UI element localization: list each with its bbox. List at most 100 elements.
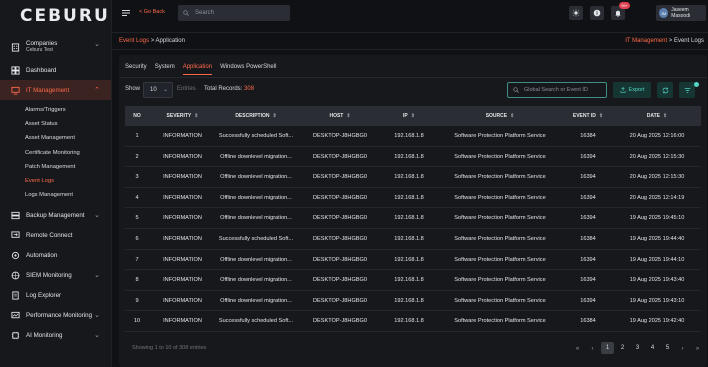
sidebar-item-backup-management[interactable]: Backup Management ⌄: [0, 205, 111, 225]
column-header-event-id[interactable]: EVENT ID ⇕: [565, 113, 611, 119]
column-header-ip[interactable]: IP ⇕: [387, 113, 431, 119]
sidebar-item-label: AI Monitoring: [26, 331, 63, 339]
sidebar-item-log-explorer[interactable]: Log Explorer: [0, 285, 111, 305]
column-header-date[interactable]: DATE ⇕: [621, 113, 693, 119]
cell-ip: 192.168.1.8: [394, 318, 424, 325]
sidebar-item-siem-monitoring[interactable]: SIEM Monitoring ⌄: [0, 265, 111, 285]
cell-host: DESKTOP-J8HGBG0: [313, 318, 367, 325]
cell-ip: 192.168.1.8: [394, 174, 424, 181]
table-row[interactable]: 9 INFORMATION Offline downlevel migration.…: [125, 291, 701, 312]
cell-source: Software Protection Platform Service: [454, 153, 546, 160]
cell-description: Offline downlevel migration...: [220, 277, 292, 284]
column-header-host[interactable]: HOST ⇕: [305, 113, 375, 119]
sidebar-subitem-event-logs[interactable]: Event Logs: [0, 174, 111, 188]
sidebar-subitem-asset-management[interactable]: Asset Management: [0, 131, 111, 145]
next-page-button[interactable]: ›: [676, 342, 689, 354]
sidebar-item-ai-monitoring[interactable]: AI Monitoring ⌄: [0, 325, 111, 345]
cell-ip: 192.168.1.8: [394, 235, 424, 242]
cell-description: Offline downlevel migration...: [220, 153, 292, 160]
divider: [119, 77, 707, 78]
cell-event-id: 16384: [580, 133, 596, 139]
sort-icon: ⇕: [272, 113, 277, 119]
table-row[interactable]: 10 INFORMATION Successfully scheduled Soft…: [125, 311, 701, 332]
sidebar-item-label: Log Explorer: [26, 291, 62, 299]
cell-no: 9: [135, 297, 139, 304]
refresh-button[interactable]: [657, 82, 673, 98]
global-search-input[interactable]: Global Search or Event ID: [507, 82, 607, 98]
sidebar-item-remote-connect[interactable]: Remote Connect: [0, 225, 111, 245]
sidebar-subitem-asset-status[interactable]: Asset Status: [0, 117, 111, 131]
sidebar-item-automation[interactable]: Automation: [0, 245, 111, 265]
table-row[interactable]: 3 INFORMATION Offline downlevel migration.…: [125, 167, 701, 188]
tab-system[interactable]: System: [155, 64, 175, 75]
tab-application[interactable]: Application: [182, 64, 213, 75]
breadcrumb-it-management[interactable]: IT Management: [625, 38, 667, 44]
sidebar-item-dashboard[interactable]: Dashboard: [0, 60, 111, 80]
company-name: Ceburu Test: [26, 47, 53, 53]
theme-toggle-button[interactable]: [569, 6, 583, 20]
column-header-no: NO: [133, 113, 141, 119]
cell-ip: 192.168.1.8: [394, 297, 424, 304]
cell-source: Software Protection Platform Service: [454, 133, 546, 139]
breadcrumb-current: Application: [155, 38, 185, 44]
export-button[interactable]: Export: [613, 82, 651, 98]
go-back-link[interactable]: < Go Back: [139, 9, 165, 15]
table-row[interactable]: 5 INFORMATION Offline downlevel migration.…: [125, 208, 701, 229]
filter-button[interactable]: [679, 82, 695, 98]
tab-windows-powershell[interactable]: Windows PowerShell: [220, 64, 276, 75]
cell-source: Software Protection Platform Service: [454, 256, 546, 263]
cell-no: 6: [135, 235, 139, 242]
logo[interactable]: CEBURU: [0, 0, 111, 32]
cell-description: Offline downlevel migration...: [220, 256, 292, 263]
sidebar-subitem-patch-management[interactable]: Patch Management: [0, 160, 111, 174]
notification-badge: 99+: [619, 2, 630, 9]
page-button-2[interactable]: 2: [616, 342, 629, 354]
sidebar-nav: Companies Ceburu Test ⌄ Dashboard IT Mana…: [0, 32, 111, 345]
table-row[interactable]: 1 INFORMATION Successfully scheduled Soft.…: [125, 126, 701, 147]
sidebar-subitem-logs-management[interactable]: Logs Management: [0, 188, 111, 202]
cell-severity: INFORMATION: [163, 256, 202, 263]
sidebar-item-companies[interactable]: Companies Ceburu Test ⌄: [0, 34, 111, 60]
page-button-3[interactable]: 3: [631, 342, 644, 354]
sidebar-item-performance-monitoring[interactable]: Performance Monitoring ⌄: [0, 305, 111, 325]
breadcrumb: Event Logs > Application: [119, 38, 185, 44]
notifications-button[interactable]: 99+: [611, 2, 630, 20]
sidebar-item-it-management[interactable]: IT Management ⌃: [0, 80, 111, 100]
sidebar-item-label: IT Management: [26, 86, 70, 94]
breadcrumb-event-logs[interactable]: Event Logs: [119, 38, 149, 44]
cell-ip: 192.168.1.8: [394, 256, 424, 263]
menu-icon[interactable]: [122, 9, 130, 17]
first-page-button[interactable]: «: [571, 342, 584, 354]
table-row[interactable]: 6 INFORMATION Successfully scheduled Soft.…: [125, 229, 701, 250]
column-header-source[interactable]: SOURCE ⇕: [445, 113, 555, 119]
table-row[interactable]: 4 INFORMATION Offline downlevel migration.…: [125, 188, 701, 209]
sidebar-item-label: Dashboard: [26, 66, 57, 74]
sidebar-subitem-alarms[interactable]: Alarms/Triggers: [0, 103, 111, 117]
filter-icon: [684, 87, 690, 93]
ai-icon: [11, 331, 20, 340]
breadcrumb-bar: Event Logs > Application IT Management >…: [112, 32, 708, 50]
last-page-button[interactable]: »: [691, 342, 704, 354]
table-row[interactable]: 8 INFORMATION Offline downlevel migration.…: [125, 270, 701, 291]
page-button-4[interactable]: 4: [646, 342, 659, 354]
column-header-severity[interactable]: SEVERITY ⇕: [155, 113, 210, 119]
cell-severity: INFORMATION: [163, 318, 202, 325]
cell-source: Software Protection Platform Service: [454, 235, 546, 242]
sidebar-subitem-certificate-monitoring[interactable]: Certificate Monitoring: [0, 146, 111, 160]
prev-page-button[interactable]: ‹: [586, 342, 599, 354]
cell-date: 19 Aug 2025 19:42:40: [629, 318, 685, 325]
column-header-description[interactable]: DESCRIPTION ⇕: [217, 113, 295, 119]
search-input[interactable]: Search: [178, 5, 290, 21]
table-row[interactable]: 2 INFORMATION Offline downlevel migration.…: [125, 147, 701, 168]
cell-host: DESKTOP-J8HGBG0: [313, 194, 367, 201]
page-size-select[interactable]: 10 ⌄: [143, 82, 173, 98]
user-menu[interactable]: JM Jaseem Masoodi: [656, 5, 706, 21]
page-button-1[interactable]: 1: [601, 342, 614, 354]
avatar: JM: [659, 8, 669, 18]
sort-icon: ⇕: [410, 113, 415, 119]
cell-ip: 192.168.1.8: [394, 277, 424, 284]
table-row[interactable]: 7 INFORMATION Offline downlevel migration.…: [125, 250, 701, 271]
tab-security[interactable]: Security: [125, 64, 147, 75]
help-button[interactable]: [590, 6, 604, 20]
page-button-5[interactable]: 5: [661, 342, 674, 354]
